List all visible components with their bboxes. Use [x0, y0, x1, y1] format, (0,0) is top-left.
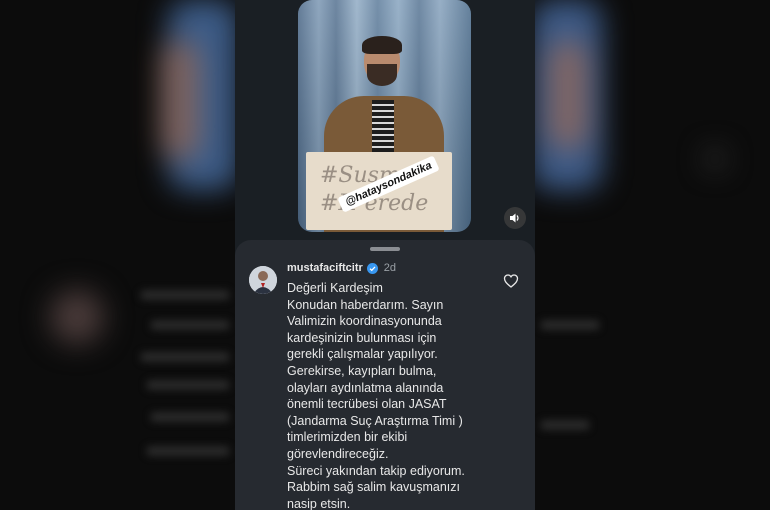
blurred-text — [150, 412, 230, 422]
person-shirt — [372, 100, 394, 160]
comment-line: timlerimizden bir ekibi — [287, 430, 408, 445]
blurred-text — [140, 352, 230, 362]
blurred-text — [540, 320, 600, 330]
phone-screen: #Susma #H erede @hataysondakika mustafac… — [235, 0, 535, 510]
comment-line: önemli tecrübesi olan JASAT — [287, 397, 447, 412]
comment-line: görevlendireceğiz. — [287, 446, 389, 461]
comments-sheet: mustafaciftcitr 2d Değerli Kardeşim Konu… — [235, 240, 535, 510]
username[interactable]: mustafaciftcitr — [287, 262, 363, 274]
speaker-icon — [510, 213, 519, 223]
drag-handle[interactable] — [370, 247, 400, 251]
verified-badge-icon — [366, 262, 378, 274]
blurred-avatar-left — [50, 290, 104, 344]
person-hair — [362, 36, 402, 54]
blurred-sound-icon — [706, 150, 724, 168]
comment-line: Konudan haberdarım. Sayın — [287, 297, 444, 312]
blurred-video-left-warm — [160, 40, 200, 160]
comment-line: Süreci yakından takip ediyorum. — [287, 463, 465, 478]
comment-line: Gerekirse, kayıpları bulma, — [287, 363, 437, 378]
comment-line: Değerli Kardeşim — [287, 281, 383, 295]
comment-header: mustafaciftcitr 2d — [287, 262, 396, 274]
blurred-video-right-warm — [548, 40, 588, 150]
comment-text: Değerli Kardeşim Konudan haberdarım. Say… — [287, 280, 507, 510]
comment-line: gerekli çalışmalar yapılıyor. — [287, 347, 438, 362]
avatar[interactable] — [249, 266, 277, 294]
sound-button[interactable] — [504, 207, 526, 229]
comment-line: nasip etsin. — [287, 496, 351, 510]
blurred-text — [150, 320, 230, 330]
blurred-text — [146, 446, 230, 456]
comment-line: Rabbim sağ salim kavuşmanızı — [287, 480, 460, 495]
comment-line: kardeşinizin bulunması için — [287, 330, 437, 345]
person-beard — [367, 64, 397, 86]
comment-time: 2d — [383, 262, 397, 274]
comment-line: olayları aydınlatma alanında — [287, 380, 444, 395]
avatar-image — [249, 266, 277, 294]
blurred-text — [540, 420, 590, 430]
comment-line: Valimizin koordinasyonunda — [287, 314, 442, 329]
video-player[interactable]: #Susma #H erede @hataysondakika — [298, 0, 471, 232]
blurred-text — [140, 290, 230, 300]
comment-line: (Jandarma Suç Araştırma Timi ) — [287, 413, 463, 428]
blurred-text — [146, 380, 230, 390]
